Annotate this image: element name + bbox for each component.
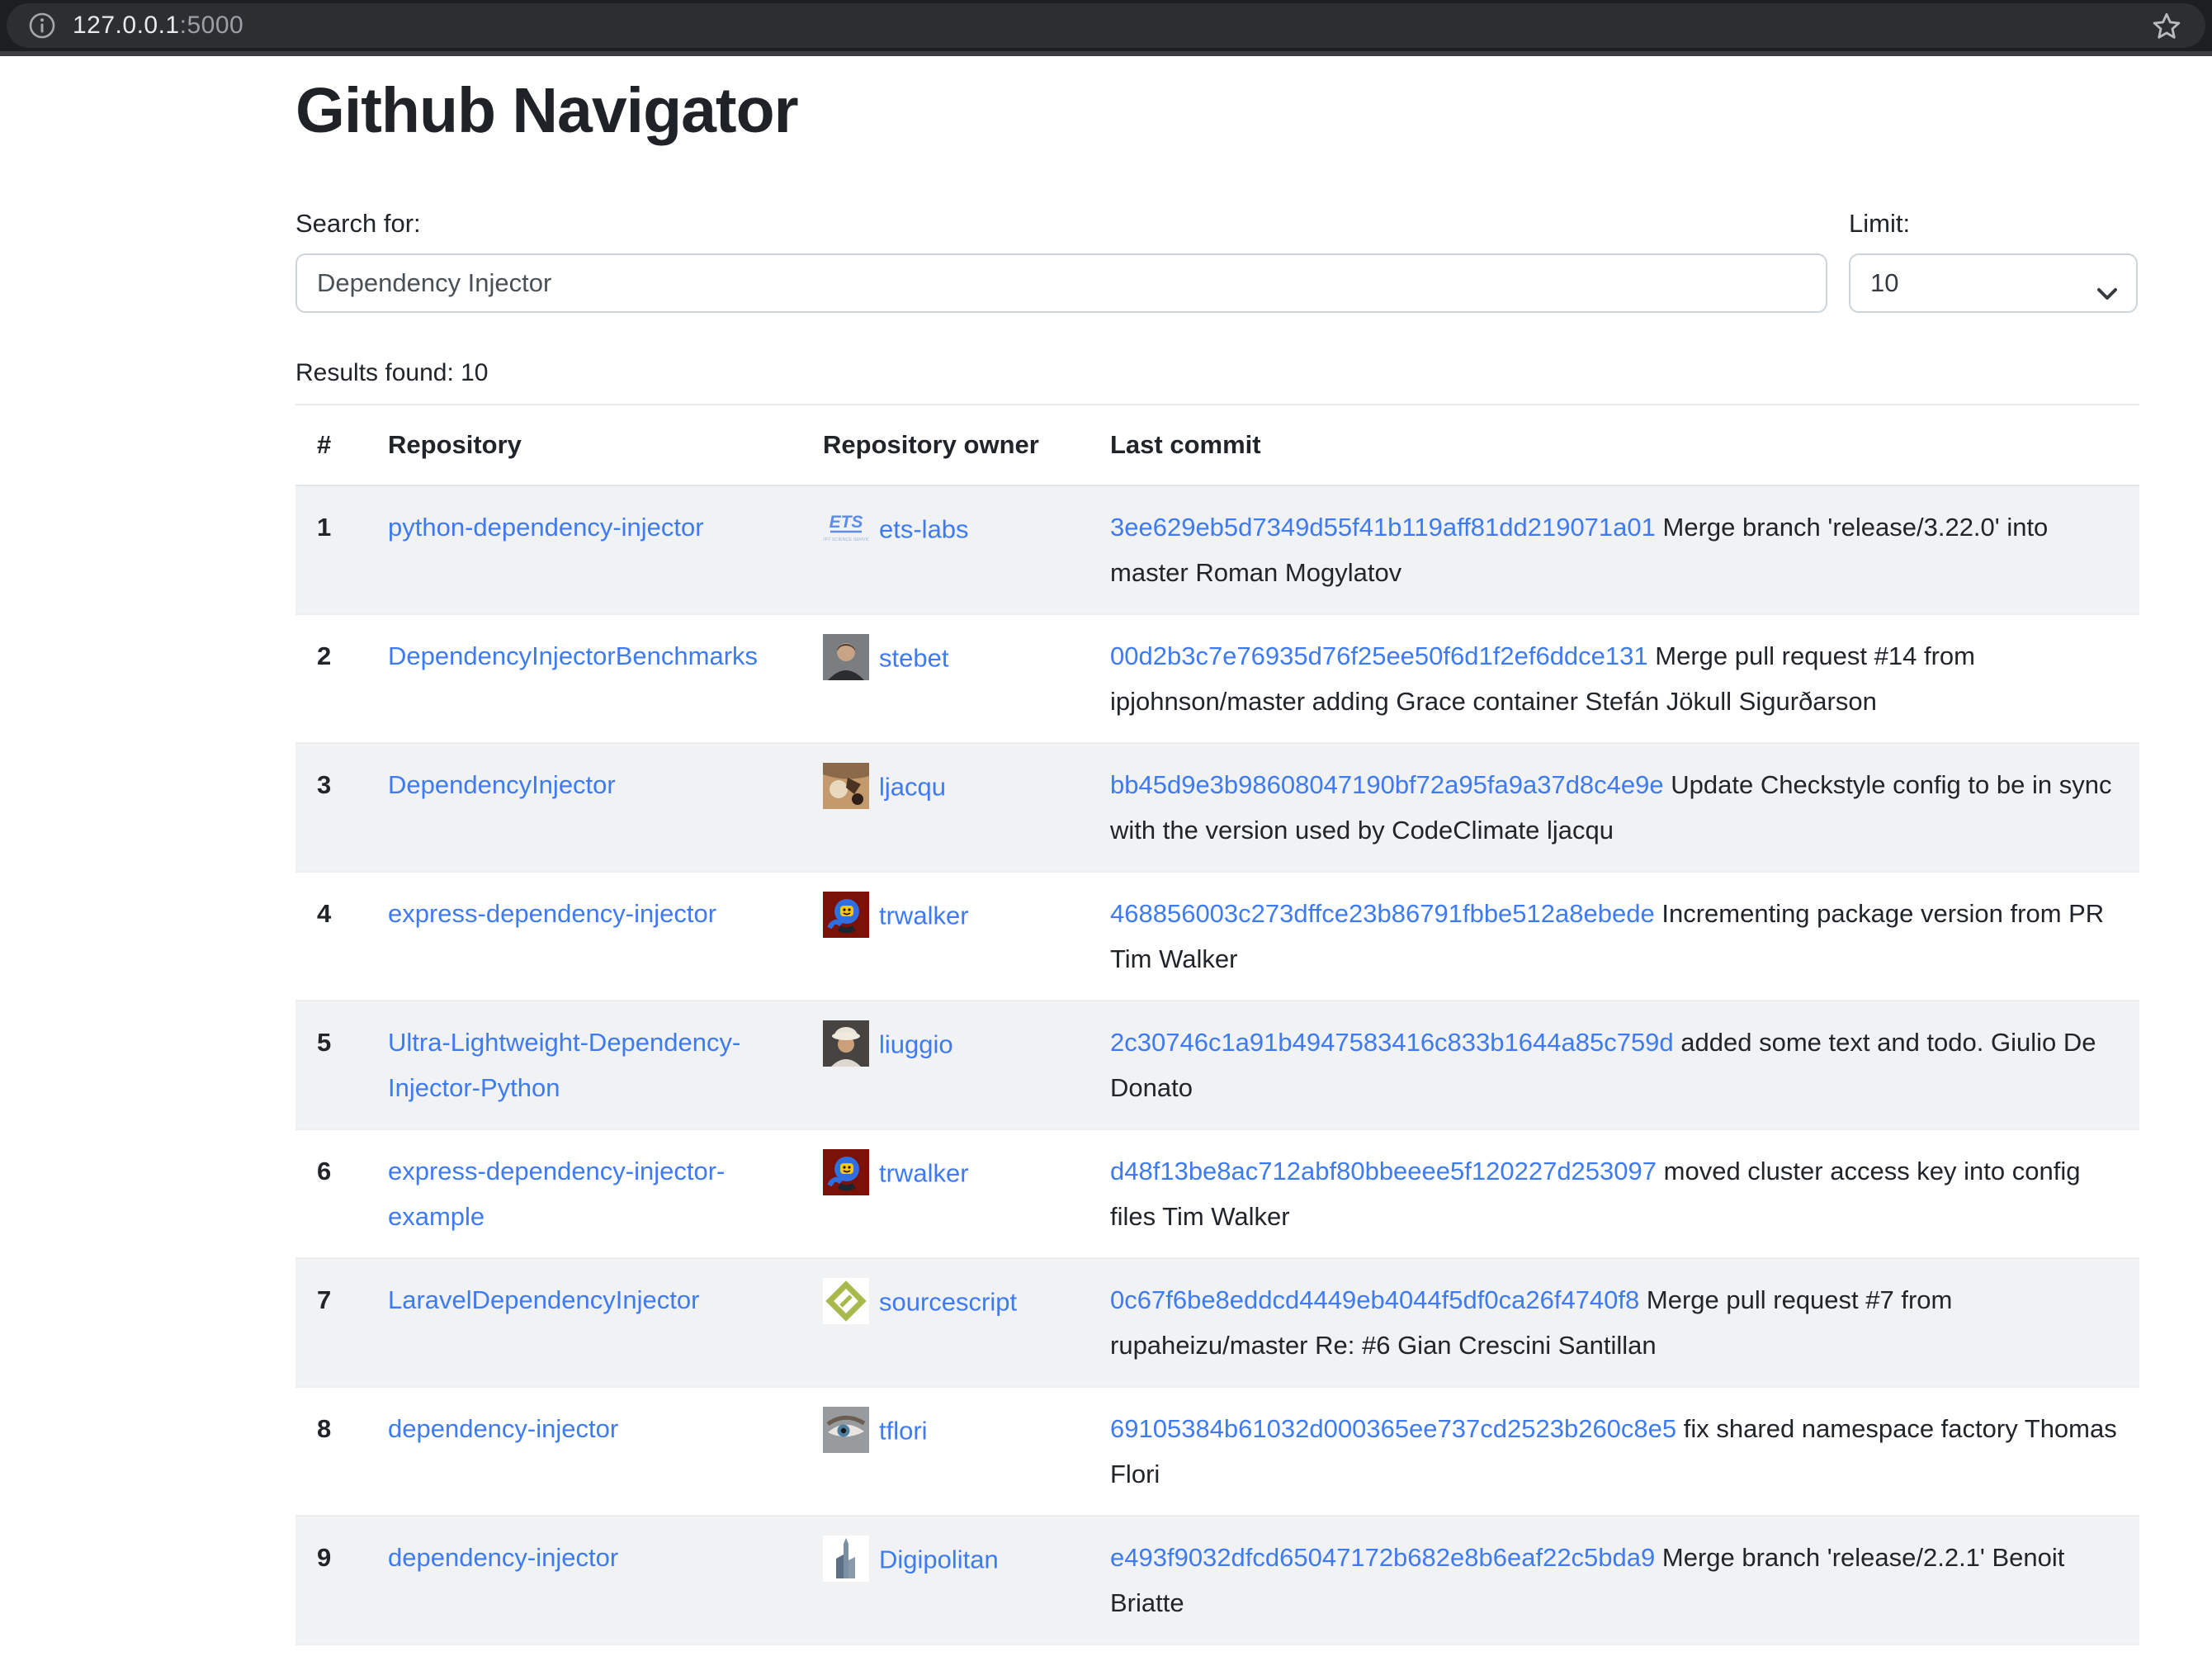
commit-hash-link[interactable]: 00d2b3c7e76935d76f25ee50f6d1f2ef6ddce131: [1110, 641, 1648, 670]
repository-link[interactable]: express-dependency-injector-example: [388, 1157, 725, 1231]
repository-link[interactable]: LaravelDependencyInjector: [388, 1285, 699, 1314]
repository-link[interactable]: DependencyInjector: [388, 770, 616, 799]
stebet-photo-avatar: [823, 634, 869, 680]
tflori-eye-photo-avatar: [823, 1407, 869, 1453]
commit-hash-link[interactable]: 468856003c273dffce23b86791fbbe512a8ebede: [1110, 899, 1655, 928]
owner-name: trwalker: [879, 1158, 969, 1187]
header-last-commit: Last commit: [1089, 405, 2139, 485]
owner-name: trwalker: [879, 901, 969, 930]
header-num: #: [295, 405, 366, 485]
limit-select[interactable]: 10: [1849, 253, 2138, 313]
owner-link[interactable]: ljacqu: [823, 770, 946, 799]
owner-name: stebet: [879, 643, 948, 672]
search-input[interactable]: [295, 253, 1827, 313]
ets-labs-logo-avatar: ETS LOFT SCIENCE SERVICE: [823, 505, 869, 551]
results-count: Results found: 10: [295, 359, 2139, 387]
commit-hash-link[interactable]: 3ee629eb5d7349d55f41b119aff81dd219071a01: [1110, 513, 1656, 542]
repository-link[interactable]: dependency-injector: [388, 1414, 618, 1443]
liuggio-photo-avatar: [823, 1020, 869, 1067]
owner-link[interactable]: trwalker: [823, 899, 969, 928]
search-form: Search for: Limit: 10: [295, 209, 2139, 313]
owner-link[interactable]: Digipolitan: [823, 1543, 999, 1572]
limit-label: Limit:: [1849, 209, 2138, 239]
repository-link[interactable]: python-dependency-injector: [388, 513, 704, 542]
table-row: 1 python-dependency-injector ETS LOFT SCI…: [295, 485, 2139, 614]
search-group: Search for:: [295, 209, 1827, 313]
ljacqu-photo-avatar: [823, 763, 869, 809]
browser-toolbar: 127.0.0.1:5000: [0, 0, 2212, 51]
commit-hash-link[interactable]: bb45d9e3b98608047190bf72a95fa9a37d8c4e9e: [1110, 770, 1664, 799]
row-number: 7: [295, 1258, 366, 1387]
limit-group: Limit: 10: [1849, 209, 2138, 313]
trwalker-lego-avatar: [823, 1149, 869, 1195]
owner-link[interactable]: stebet: [823, 641, 948, 670]
owner-link[interactable]: ETS LOFT SCIENCE SERVICE ets-labs: [823, 513, 969, 542]
owner-name: ets-labs: [879, 514, 969, 543]
sourcescript-diamond-logo-avatar: [823, 1278, 869, 1324]
owner-name: liuggio: [879, 1029, 953, 1058]
url-host: 127.0.0.1: [73, 12, 180, 39]
commit-hash-link[interactable]: e493f9032dfcd65047172b682e8b6eaf22c5bda9: [1110, 1543, 1655, 1572]
table-row: 4 express-dependency-injector trwalker 4…: [295, 872, 2139, 1001]
svg-text:LOFT SCIENCE SERVICE: LOFT SCIENCE SERVICE: [823, 537, 869, 542]
address-bar[interactable]: 127.0.0.1:5000: [7, 3, 2205, 48]
owner-link[interactable]: sourcescript: [823, 1285, 1017, 1314]
table-row: 9 dependency-injector Digipolitan e493f9…: [295, 1516, 2139, 1644]
table-row: 10 dependency-injector FinnWinchester 02…: [295, 1644, 2139, 1661]
table-row: 8 dependency-injector tflori 69105384b61…: [295, 1387, 2139, 1516]
owner-name: ljacqu: [879, 772, 946, 801]
digipolitan-building-logo-avatar: [823, 1536, 869, 1582]
url-text: 127.0.0.1:5000: [73, 12, 243, 40]
url-port: :5000: [180, 12, 244, 39]
table-header-row: # Repository Repository owner Last commi…: [295, 405, 2139, 485]
row-number: 2: [295, 614, 366, 743]
commit-hash-link[interactable]: 2c30746c1a91b4947583416c833b1644a85c759d: [1110, 1028, 1674, 1057]
trwalker-lego-avatar: [823, 892, 869, 938]
header-repository: Repository: [366, 405, 801, 485]
row-number: 8: [295, 1387, 366, 1516]
table-row: 5 Ultra-Lightweight-Dependency-Injector-…: [295, 1001, 2139, 1129]
commit-hash-link[interactable]: 0c67f6be8eddcd4449eb4044f5df0ca26f4740f8: [1110, 1285, 1639, 1314]
commit-hash-link[interactable]: 69105384b61032d000365ee737cd2523b260c8e5: [1110, 1414, 1676, 1443]
table-row: 3 DependencyInjector ljacqu bb45d9e3b986…: [295, 743, 2139, 872]
bookmark-star-icon[interactable]: [2148, 7, 2186, 45]
info-icon[interactable]: [28, 12, 56, 40]
header-owner: Repository owner: [801, 405, 1089, 485]
owner-link[interactable]: liuggio: [823, 1028, 953, 1057]
row-number: 5: [295, 1001, 366, 1129]
svg-text:ETS: ETS: [830, 513, 863, 532]
owner-name: tflori: [879, 1416, 928, 1445]
row-number: 1: [295, 485, 366, 614]
owner-link[interactable]: tflori: [823, 1414, 928, 1443]
row-number: 6: [295, 1129, 366, 1258]
repository-link[interactable]: dependency-injector: [388, 1543, 618, 1572]
owner-name: sourcescript: [879, 1287, 1017, 1316]
toolbar-divider: [0, 51, 2212, 56]
repository-link[interactable]: DependencyInjectorBenchmarks: [388, 641, 758, 670]
results-table: # Repository Repository owner Last commi…: [295, 404, 2139, 1661]
repository-link[interactable]: express-dependency-injector: [388, 899, 716, 928]
row-number: 4: [295, 872, 366, 1001]
row-number: 3: [295, 743, 366, 872]
page-title: Github Navigator: [295, 74, 2139, 148]
table-row: 7 LaravelDependencyInjector sourcescript…: [295, 1258, 2139, 1387]
row-number: 10: [295, 1644, 366, 1661]
commit-hash-link[interactable]: d48f13be8ac712abf80bbeeee5f120227d253097: [1110, 1157, 1657, 1185]
owner-name: Digipolitan: [879, 1545, 999, 1573]
table-row: 6 express-dependency-injector-example tr…: [295, 1129, 2139, 1258]
row-number: 9: [295, 1516, 366, 1644]
main-content: Github Navigator Search for: Limit: 10 R…: [295, 74, 2139, 1661]
table-row: 2 DependencyInjectorBenchmarks stebet 00…: [295, 614, 2139, 743]
repository-link[interactable]: Ultra-Lightweight-Dependency-Injector-Py…: [388, 1028, 740, 1102]
owner-link[interactable]: trwalker: [823, 1157, 969, 1185]
search-label: Search for:: [295, 209, 1827, 239]
